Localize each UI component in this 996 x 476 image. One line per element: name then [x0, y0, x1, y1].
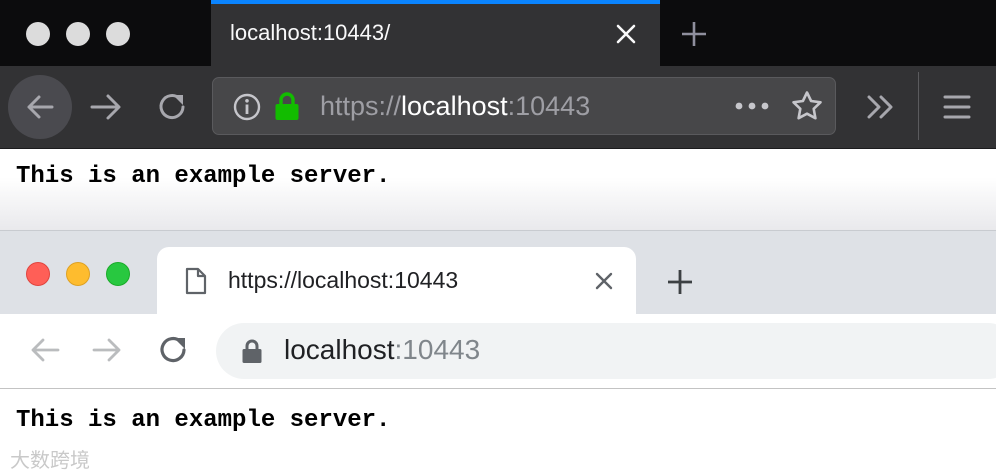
back-icon	[27, 95, 54, 119]
reload-icon[interactable]	[154, 89, 190, 125]
firefox-nav-toolbar: https://localhost:10443	[0, 66, 996, 149]
overflow-icon[interactable]	[864, 91, 896, 123]
url-host: localhost	[401, 91, 508, 121]
watermark: 大数跨境	[10, 450, 90, 472]
window-zoom-button[interactable]	[106, 262, 130, 286]
url-scheme: https://	[320, 91, 402, 121]
hamburger-menu-icon[interactable]	[943, 94, 971, 120]
bookmark-star-icon[interactable]	[791, 90, 823, 122]
close-icon[interactable]	[615, 23, 637, 45]
window-close-button[interactable]	[26, 22, 50, 46]
toolbar-separator	[918, 72, 919, 140]
chrome-page-content: This is an example server.	[0, 389, 996, 476]
url-text: https://localhost:10443	[320, 91, 590, 122]
back-button[interactable]	[8, 75, 72, 139]
chrome-active-tab[interactable]: https://localhost:10443	[157, 247, 636, 315]
url-text: localhost:10443	[284, 334, 480, 366]
tab-title: localhost:10443/	[230, 20, 391, 45]
window-minimize-button[interactable]	[66, 262, 90, 286]
forward-icon[interactable]	[90, 333, 124, 367]
page-body-text: This is an example server.	[16, 163, 391, 190]
chrome-tab-strip: https://localhost:10443	[0, 230, 996, 315]
url-port: :10443	[394, 334, 481, 365]
chrome-nav-toolbar: localhost:10443	[0, 314, 996, 389]
window-close-button[interactable]	[26, 262, 50, 286]
back-icon[interactable]	[28, 333, 62, 367]
lock-icon[interactable]	[274, 91, 300, 121]
info-icon[interactable]	[233, 93, 261, 121]
firefox-window: localhost:10443/ https://localhost:10443…	[0, 0, 996, 230]
plus-icon[interactable]	[680, 20, 708, 48]
page-actions-icon[interactable]	[734, 96, 770, 116]
reload-icon[interactable]	[155, 332, 191, 368]
window-zoom-button[interactable]	[106, 22, 130, 46]
lock-icon[interactable]	[241, 338, 263, 364]
plus-icon[interactable]	[666, 268, 694, 296]
url-host: localhost	[284, 334, 395, 365]
url-bar[interactable]: https://localhost:10443	[212, 77, 836, 135]
close-icon[interactable]	[594, 271, 614, 291]
chrome-window: https://localhost:10443 localhost:10443 …	[0, 230, 996, 476]
firefox-active-tab[interactable]: localhost:10443/	[211, 0, 660, 66]
window-minimize-button[interactable]	[66, 22, 90, 46]
firefox-tab-strip: localhost:10443/	[0, 0, 996, 66]
forward-icon[interactable]	[88, 89, 124, 125]
tab-accent-line	[211, 0, 660, 4]
tab-title: https://localhost:10443	[228, 267, 459, 293]
page-body-text: This is an example server.	[16, 407, 391, 434]
omnibox[interactable]: localhost:10443	[216, 323, 996, 379]
document-icon	[185, 267, 207, 295]
firefox-page-content: This is an example server.	[0, 149, 996, 230]
url-port: :10443	[507, 91, 591, 121]
